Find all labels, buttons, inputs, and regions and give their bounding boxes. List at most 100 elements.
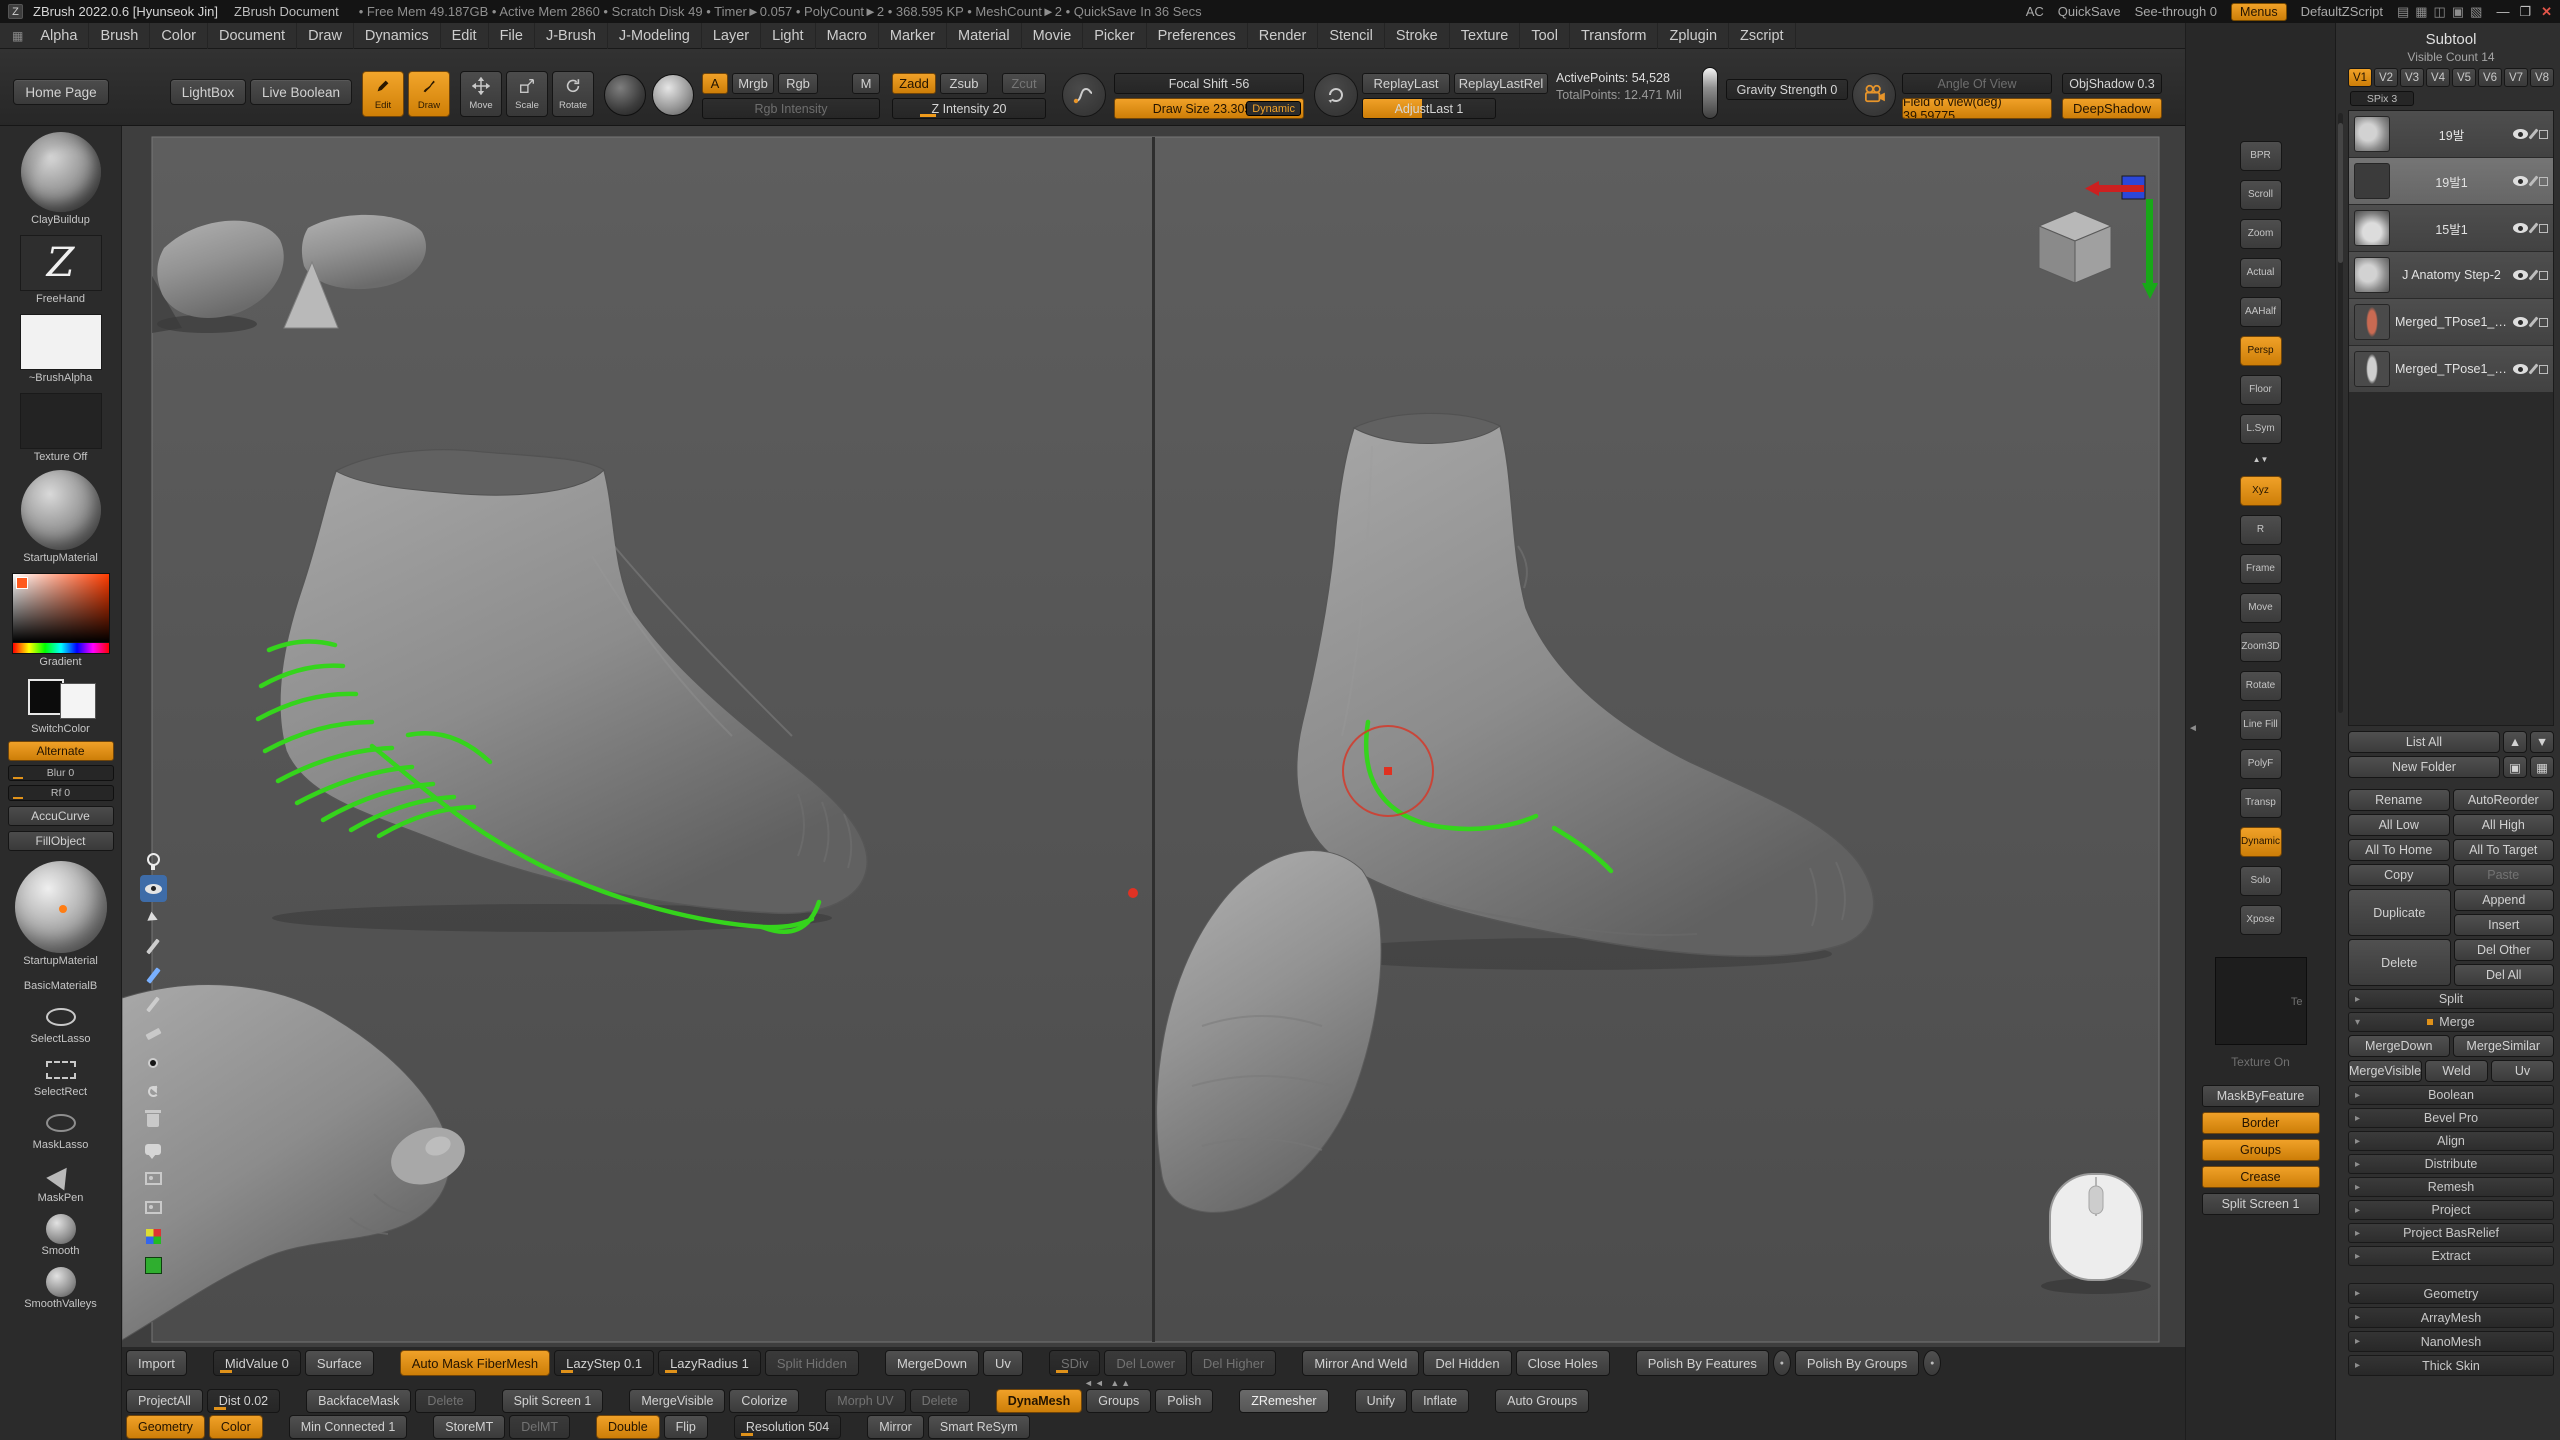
mask-by-feature-button[interactable]: MaskByFeature <box>2202 1085 2320 1107</box>
bottom-button[interactable]: BackfaceMask <box>306 1389 411 1413</box>
list-all-button[interactable]: List All <box>2348 731 2500 753</box>
replay-last-rel-button[interactable]: ReplayLastRel <box>1454 73 1548 94</box>
layout-icon[interactable]: ▣ <box>2452 4 2464 20</box>
bottom-button[interactable]: SDiv <box>1049 1350 1100 1376</box>
bottom-button[interactable]: Split Hidden <box>765 1350 859 1376</box>
mrgb-button[interactable]: Mrgb <box>732 73 774 94</box>
z-intensity-slider[interactable]: Z Intensity 20 <box>892 98 1046 119</box>
move-down-icon[interactable]: ▼ <box>2530 731 2554 753</box>
bottom-button[interactable]: Unify <box>1355 1389 1407 1413</box>
select-rect-icon[interactable] <box>41 1056 81 1084</box>
menu-item[interactable]: J-Brush <box>535 23 608 49</box>
bottom-button[interactable]: Dist 0.02 <box>207 1389 280 1413</box>
duplicate-button[interactable]: Duplicate <box>2348 889 2451 936</box>
layout-icon[interactable]: ▦ <box>2415 4 2427 20</box>
fillobject-button[interactable]: FillObject <box>8 831 114 851</box>
pencil-icon[interactable] <box>2528 175 2538 186</box>
gravity-icon[interactable] <box>1702 67 1718 119</box>
markup-tool-icon[interactable] <box>140 1107 167 1134</box>
pencil-icon[interactable] <box>2528 222 2538 233</box>
visibility-tab[interactable]: V3 <box>2400 68 2424 87</box>
panel-scrollbar[interactable] <box>2338 113 2343 713</box>
eye-icon[interactable] <box>2513 223 2528 233</box>
markup-tool-icon[interactable] <box>140 1223 167 1250</box>
folder-up-icon[interactable]: ▣ <box>2503 756 2527 778</box>
bottom-button[interactable]: Double <box>596 1415 660 1439</box>
bottom-button[interactable]: Mirror <box>867 1415 924 1439</box>
subtool-action-button[interactable]: Copy <box>2348 864 2450 886</box>
smooth-valleys-icon[interactable] <box>41 1268 81 1296</box>
alternate-button[interactable]: Alternate <box>8 741 114 761</box>
bottom-button[interactable]: Geometry <box>126 1415 205 1439</box>
pencil-icon[interactable] <box>2528 316 2538 327</box>
bottom-button[interactable]: Resolution 504 <box>734 1415 841 1439</box>
quicksave-button[interactable]: QuickSave <box>2058 4 2121 19</box>
menu-item[interactable]: Texture <box>1450 23 1521 49</box>
rotate-button[interactable]: Rotate <box>552 71 594 117</box>
subtool-item[interactable]: 19발1 <box>2349 158 2553 205</box>
subtool-item[interactable]: 15발1 <box>2349 205 2553 252</box>
select-lasso-icon[interactable] <box>41 1003 81 1031</box>
right-shelf-button[interactable]: Xpose <box>2240 905 2282 935</box>
subtool-action-button[interactable]: AutoReorder <box>2453 789 2555 811</box>
split-section-header[interactable]: Split <box>2348 989 2554 1009</box>
del-other-button[interactable]: Del Other <box>2454 939 2555 961</box>
polypaint-icon[interactable] <box>2539 365 2548 374</box>
markup-tool-icon[interactable] <box>140 1078 167 1105</box>
subtool-action-button[interactable]: All Low <box>2348 814 2450 836</box>
live-boolean-button[interactable]: Live Boolean <box>250 79 352 105</box>
bottom-button[interactable]: Import <box>126 1350 187 1376</box>
bottom-button[interactable]: Delete <box>910 1389 970 1413</box>
subtool-action-button[interactable]: All High <box>2453 814 2555 836</box>
zscript-name[interactable]: DefaultZScript <box>2301 4 2383 19</box>
material-preview-ball[interactable] <box>652 74 694 116</box>
bottom-button[interactable]: Delete <box>415 1389 475 1413</box>
bottom-button[interactable]: Mirror And Weld <box>1302 1350 1419 1376</box>
new-folder-button[interactable]: New Folder <box>2348 756 2500 778</box>
zsub-button[interactable]: Zsub <box>940 73 988 94</box>
right-shelf-button[interactable]: ▲▼ <box>2240 453 2282 467</box>
section-header[interactable]: Bevel Pro <box>2348 1108 2554 1128</box>
adjust-last-slider[interactable]: AdjustLast 1 <box>1362 98 1496 119</box>
menu-item[interactable]: Layer <box>702 23 761 49</box>
bottom-button[interactable]: Color <box>209 1415 263 1439</box>
menu-item[interactable]: Material <box>947 23 1022 49</box>
panel-title[interactable]: Subtool <box>2348 27 2554 50</box>
markup-tool-icon[interactable] <box>140 933 167 960</box>
deep-shadow-button[interactable]: DeepShadow <box>2062 98 2162 119</box>
stroke-thumbnail-freehand[interactable]: Z <box>20 235 102 291</box>
bottom-button[interactable]: LazyStep 0.1 <box>554 1350 654 1376</box>
menu-item[interactable]: Brush <box>89 23 150 49</box>
append-button[interactable]: Append <box>2454 889 2555 911</box>
texture-on-label[interactable]: Texture On <box>2186 1055 2335 1069</box>
menu-item[interactable]: Picker <box>1083 23 1146 49</box>
maximize-button[interactable]: ❐ <box>2519 4 2531 20</box>
markup-tool-icon[interactable] <box>140 1194 167 1221</box>
edit-button[interactable]: Edit <box>362 71 404 117</box>
menu-item[interactable]: Movie <box>1022 23 1084 49</box>
sdiv-step-arrows[interactable]: ◄◄ ▲▲ <box>1084 1378 1132 1388</box>
alpha-thumbnail[interactable] <box>20 314 102 370</box>
subtool-item[interactable]: Merged_TPose1_Ryan_Kingslie <box>2349 346 2553 393</box>
right-shelf-button[interactable]: L.Sym <box>2240 414 2282 444</box>
lazy-mouse-icon[interactable] <box>1062 73 1106 117</box>
section-header[interactable]: Extract <box>2348 1246 2554 1266</box>
markup-tool-icon[interactable] <box>140 846 167 873</box>
markup-tool-icon[interactable] <box>140 1252 167 1279</box>
pencil-icon[interactable] <box>2528 269 2538 280</box>
draw-size-slider[interactable]: Draw Size 23.30558 Dynamic <box>1114 98 1304 119</box>
right-shelf-button[interactable]: Rotate <box>2240 671 2282 701</box>
right-shelf-button[interactable]: Solo <box>2240 866 2282 896</box>
pencil-icon[interactable] <box>2528 363 2538 374</box>
visibility-tab[interactable]: V1 <box>2348 68 2372 87</box>
scale-button[interactable]: Scale <box>506 71 548 117</box>
subtool-action-button[interactable]: Rename <box>2348 789 2450 811</box>
bottom-button[interactable]: Surface <box>305 1350 374 1376</box>
menu-item[interactable]: Zscript <box>1729 23 1796 49</box>
menu-item[interactable]: File <box>489 23 535 49</box>
merge-button[interactable]: MergeVisible <box>2348 1060 2422 1082</box>
layout-icon[interactable]: ◫ <box>2434 4 2446 20</box>
right-shelf-button[interactable]: Floor <box>2240 375 2282 405</box>
merge-section-header[interactable]: Merge <box>2348 1012 2554 1032</box>
eye-icon[interactable] <box>2513 364 2528 374</box>
